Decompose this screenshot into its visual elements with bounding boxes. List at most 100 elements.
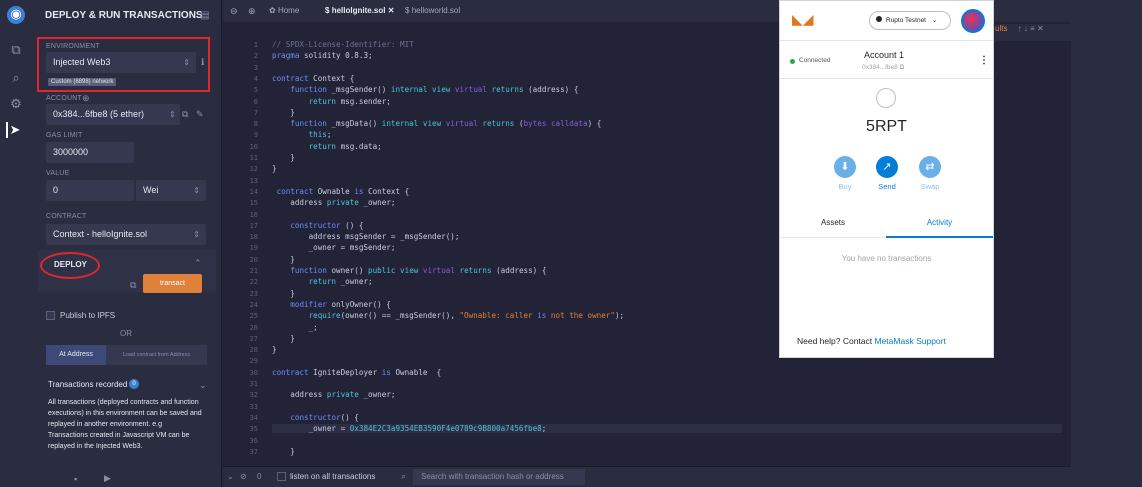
compiler-icon[interactable]: ⚙ — [8, 96, 24, 112]
swap-button[interactable]: ⇄ — [919, 156, 941, 178]
copy-icon[interactable]: ⧉ — [182, 109, 188, 120]
line-number: 36 — [249, 436, 258, 445]
clear-icon[interactable]: ⊘ — [240, 472, 247, 481]
account-label: ACCOUNT — [46, 95, 83, 102]
remix-logo-icon[interactable]: ◉ — [7, 6, 25, 24]
line-number: 6 — [253, 97, 258, 106]
code-line[interactable]: address private _owner; — [272, 198, 395, 207]
add-account-icon[interactable]: ⊕ — [82, 93, 90, 104]
no-transactions-message: You have no transactions — [841, 254, 932, 263]
send-label: Send — [878, 182, 896, 191]
code-line[interactable]: } — [272, 289, 295, 298]
code-line[interactable]: } — [272, 108, 295, 117]
code-line[interactable]: address private _owner; — [272, 390, 395, 399]
code-line[interactable]: } — [272, 345, 277, 354]
buy-button[interactable]: ⬇ — [834, 156, 856, 178]
code-line[interactable]: // SPDX-License-Identifier: MIT — [272, 40, 414, 49]
account-avatar[interactable] — [961, 9, 985, 33]
contract-select[interactable]: Context - helloIgnite.sol ⇕ — [46, 224, 206, 245]
collapse-icon[interactable]: ⌃ — [194, 258, 202, 269]
search-icon[interactable]: ⌕ — [8, 70, 24, 86]
line-number: 29 — [249, 357, 258, 366]
code-line[interactable]: _owner = 0x384E2C3a9354EB3590F4e0789c9B8… — [272, 424, 1062, 434]
load-contract-input[interactable]: Load contract from Address — [106, 345, 207, 365]
code-line[interactable]: _owner = msgSender; — [272, 243, 396, 252]
network-badge: Custom (8898) network — [48, 78, 117, 86]
code-line[interactable]: constructor () { — [272, 221, 363, 230]
panel-title: DEPLOY & RUN TRANSACTIONS — [45, 10, 203, 21]
pending-count: 0 — [257, 472, 262, 481]
zoom-in-icon[interactable]: ⊕ — [248, 0, 256, 22]
icon-sidebar: ◉ ⧉ ⌕ ⚙ ➤ — [0, 0, 32, 487]
code-line[interactable]: require(owner() == _msgSender(), "Ownabl… — [272, 311, 625, 320]
value-input[interactable]: 0 — [46, 180, 134, 201]
line-number: 19 — [249, 244, 258, 253]
transact-button[interactable]: transact — [143, 274, 202, 293]
account-address[interactable]: 0x384...fbe8 ⧉ — [862, 64, 904, 72]
tab-activity[interactable]: Activity — [886, 211, 993, 238]
tab-helloignite[interactable]: $ helloIgnite.sol ✕ — [325, 0, 394, 22]
connected-status[interactable]: Connected — [799, 57, 830, 64]
code-line[interactable]: this; — [272, 130, 332, 139]
code-line[interactable]: } — [272, 164, 277, 173]
tab-home[interactable]: ✿ Home — [269, 0, 299, 22]
send-button[interactable]: ↗ — [876, 156, 898, 178]
line-number: 33 — [249, 402, 258, 411]
code-line[interactable]: address msgSender = _msgSender(); — [272, 232, 460, 241]
save-icon[interactable]: ▪ — [74, 474, 77, 484]
docs-icon[interactable]: ▤ — [200, 10, 209, 21]
tab-assets[interactable]: Assets — [780, 211, 886, 238]
code-line[interactable]: } — [272, 334, 295, 343]
publish-ipfs-checkbox[interactable] — [46, 311, 55, 320]
network-caret-icon: ⌄ — [931, 17, 938, 24]
code-line[interactable]: _; — [272, 323, 318, 332]
code-line[interactable]: contract Ownable is Context { — [272, 187, 410, 196]
tx-expand-icon[interactable]: ⌄ — [199, 380, 207, 391]
info-icon[interactable]: ℹ — [201, 57, 204, 68]
listen-label: listen on all transactions — [290, 472, 376, 481]
code-line[interactable]: contract IgniteDeployer is Ownable { — [272, 368, 441, 377]
value-unit-select[interactable]: Wei ⇕ — [136, 180, 206, 201]
help-text: Need help? Contact MetaMask Support — [797, 336, 946, 346]
buy-label: Buy — [838, 182, 852, 191]
environment-select[interactable]: Injected Web3 ⇕ — [46, 52, 196, 73]
network-selector[interactable]: Rupto Testnet ⌄ — [869, 11, 951, 30]
home-icon: ✿ — [269, 6, 276, 15]
tab-helloworld[interactable]: $ helloworld.sol — [405, 0, 460, 22]
zoom-out-icon[interactable]: ⊖ — [230, 0, 238, 22]
account-menu-icon[interactable]: ⋮ — [979, 55, 989, 66]
code-line[interactable]: return msg.data; — [272, 142, 382, 151]
edit-icon[interactable]: ✎ — [196, 109, 204, 120]
copy-deploy-icon[interactable]: ⧉ — [130, 280, 136, 291]
code-line[interactable]: } — [272, 153, 295, 162]
code-line[interactable]: return _owner; — [272, 277, 373, 286]
code-line[interactable]: function _msgData() internal view virtua… — [272, 119, 601, 128]
code-line[interactable]: modifier onlyOwner() { — [272, 300, 391, 309]
account-select[interactable]: 0x384...6fbe8 (5 ether) — [46, 104, 180, 125]
code-line[interactable]: } — [272, 255, 295, 264]
code-line[interactable]: constructor() { — [272, 413, 359, 422]
file-explorer-icon[interactable]: ⧉ — [8, 42, 24, 58]
collapse-terminal-icon[interactable]: ⌄ — [227, 472, 234, 481]
metamask-support-link[interactable]: MetaMask Support — [875, 336, 946, 346]
code-line[interactable]: pragma solidity 0.8.3; — [272, 51, 373, 60]
search-tx-input[interactable]: Search with transaction hash or address — [413, 469, 585, 485]
deploy-run-icon[interactable]: ➤ — [6, 122, 22, 138]
account-name[interactable]: Account 1 — [864, 50, 904, 60]
code-line[interactable]: return msg.sender; — [272, 97, 391, 106]
close-tab-icon[interactable]: ✕ — [388, 6, 395, 15]
deploy-label[interactable]: DEPLOY — [54, 260, 87, 269]
code-line[interactable]: contract Context { — [272, 74, 354, 83]
code-line[interactable]: function owner() public view virtual ret… — [272, 266, 546, 275]
code-line[interactable]: function _msgSender() internal view virt… — [272, 85, 578, 94]
nav-arrows-icon[interactable]: ↑ ↓ ≡ ✕ — [1018, 24, 1044, 33]
select-caret-icon: ⇕ — [183, 58, 190, 67]
gas-limit-input[interactable]: 3000000 — [46, 142, 134, 163]
line-number: 1 — [253, 41, 258, 49]
line-number: 5 — [253, 86, 258, 95]
at-address-button[interactable]: At Address — [46, 345, 106, 365]
listen-checkbox[interactable] — [277, 472, 286, 481]
line-number: 9 — [253, 131, 258, 140]
replay-icon[interactable]: ▶ — [104, 473, 111, 484]
code-line[interactable]: } — [272, 447, 295, 456]
